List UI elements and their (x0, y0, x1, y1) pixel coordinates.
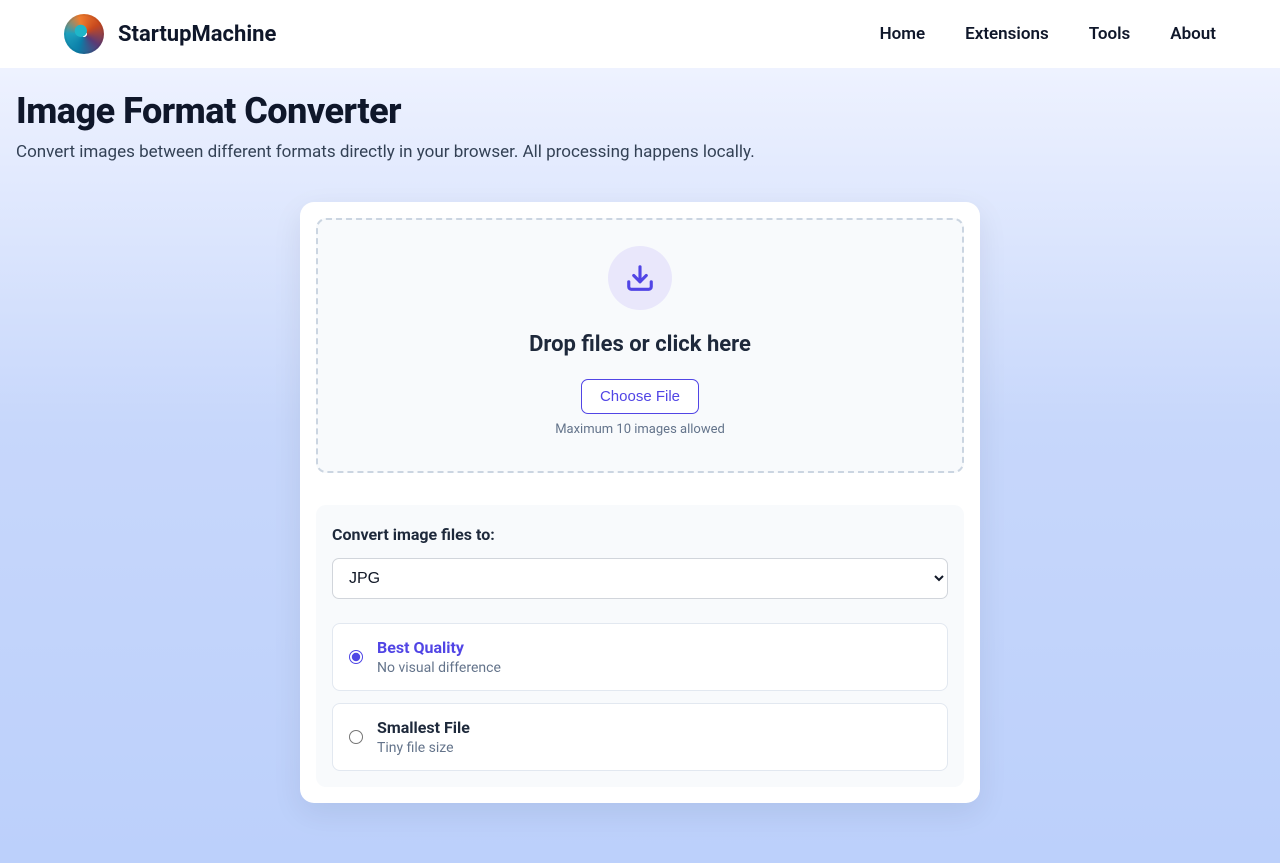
quality-option-best[interactable]: Best Quality No visual difference (332, 623, 948, 691)
quality-radio-small[interactable] (349, 730, 363, 744)
format-select[interactable]: JPG (332, 558, 948, 599)
nav-home[interactable]: Home (880, 24, 926, 44)
file-dropzone[interactable]: Drop files or click here Choose File Max… (316, 218, 964, 473)
quality-small-desc: Tiny file size (377, 740, 454, 756)
converter-card: Drop files or click here Choose File Max… (300, 202, 980, 803)
brand-name: StartupMachine (118, 22, 276, 47)
nav-tools[interactable]: Tools (1089, 24, 1131, 44)
dropzone-note: Maximum 10 images allowed (338, 422, 942, 437)
page-subtitle: Convert images between different formats… (16, 142, 1264, 162)
brand-logo-icon (64, 14, 104, 54)
download-icon-circle (608, 246, 672, 310)
choose-file-button[interactable]: Choose File (581, 379, 699, 414)
brand[interactable]: StartupMachine (64, 14, 276, 54)
download-icon (625, 263, 655, 293)
quality-best-title: Best Quality (377, 638, 464, 657)
nav-extensions[interactable]: Extensions (965, 24, 1049, 44)
quality-best-desc: No visual difference (377, 660, 501, 676)
quality-option-small[interactable]: Smallest File Tiny file size (332, 703, 948, 771)
options-heading: Convert image files to: (332, 525, 948, 544)
hero-section: Image Format Converter Convert images be… (0, 68, 1280, 863)
page-title: Image Format Converter (16, 90, 1264, 132)
dropzone-heading: Drop files or click here (338, 332, 942, 357)
quality-radio-best[interactable] (349, 650, 363, 664)
quality-small-title: Smallest File (377, 718, 470, 737)
nav-about[interactable]: About (1170, 24, 1216, 44)
main-nav: Home Extensions Tools About (880, 24, 1216, 44)
options-panel: Convert image files to: JPG Best Quality… (316, 505, 964, 787)
site-header: StartupMachine Home Extensions Tools Abo… (0, 0, 1280, 68)
